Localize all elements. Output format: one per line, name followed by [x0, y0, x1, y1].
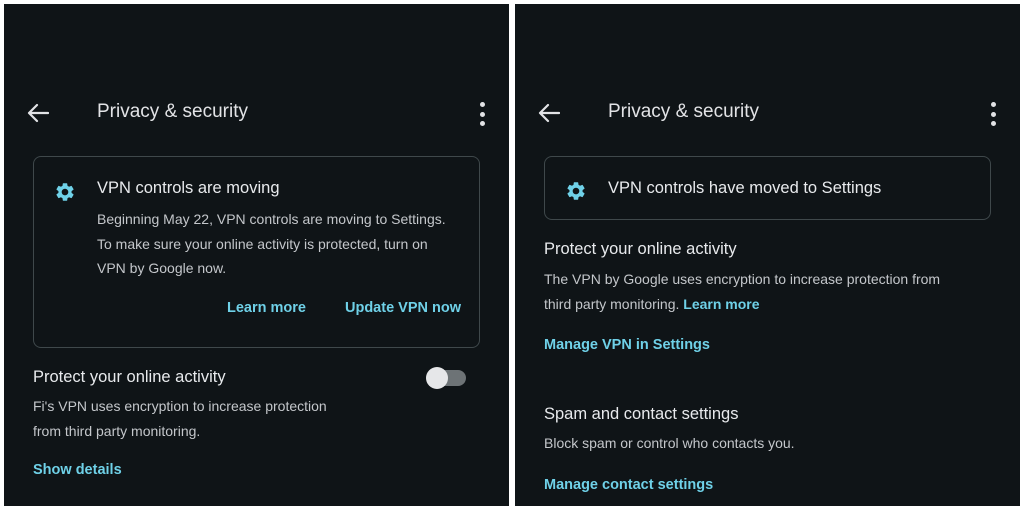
page-title: Privacy & security [608, 101, 759, 122]
protect-description: The VPN by Google uses encryption to inc… [544, 271, 941, 312]
gear-icon [565, 180, 587, 207]
screen-before: Privacy & security VPN controls are movi… [4, 4, 509, 506]
banner-title: VPN controls have moved to Settings [608, 179, 882, 197]
toggle-thumb [426, 367, 448, 389]
card-title: VPN controls are moving [97, 179, 280, 197]
card-body: Beginning May 22, VPN controls are movin… [97, 211, 446, 276]
learn-more-link[interactable]: Learn more [683, 296, 759, 312]
show-details-link[interactable]: Show details [33, 462, 122, 478]
gear-icon [54, 181, 76, 208]
protect-title: Protect your online activity [33, 368, 226, 386]
more-options-icon[interactable] [477, 102, 487, 126]
vpn-toggle[interactable] [426, 366, 468, 390]
screen-after: Privacy & security VPN controls have mov… [515, 4, 1020, 506]
manage-contact-settings-link[interactable]: Manage contact settings [544, 477, 713, 493]
learn-more-link[interactable]: Learn more [227, 300, 306, 316]
manage-vpn-link[interactable]: Manage VPN in Settings [544, 337, 710, 353]
more-options-icon[interactable] [988, 102, 998, 126]
update-vpn-button[interactable]: Update VPN now [345, 300, 461, 316]
spam-title: Spam and contact settings [544, 405, 739, 423]
protect-title: Protect your online activity [544, 240, 737, 258]
protect-description: Fi's VPN uses encryption to increase pro… [33, 398, 327, 439]
back-button[interactable] [536, 100, 562, 126]
page-title: Privacy & security [97, 101, 248, 122]
back-button[interactable] [25, 100, 51, 126]
spam-description: Block spam or control who contacts you. [544, 435, 795, 451]
arrow-back-icon [27, 103, 49, 123]
arrow-back-icon [538, 103, 560, 123]
